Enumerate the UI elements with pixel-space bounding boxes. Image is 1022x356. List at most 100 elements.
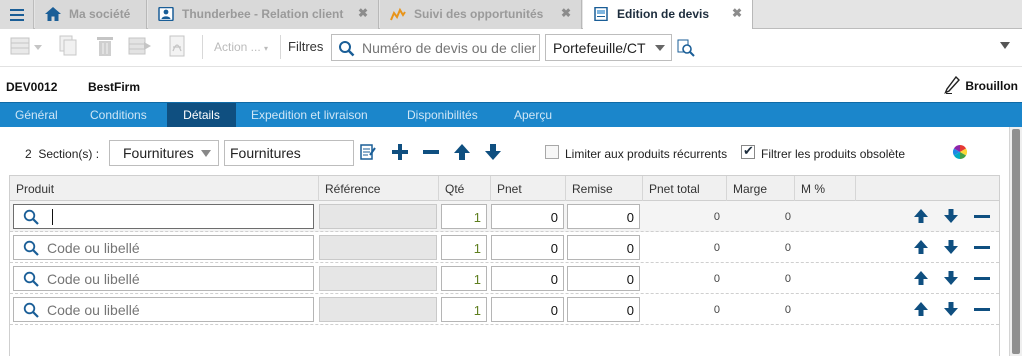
search-input[interactable] — [362, 38, 536, 58]
portfolio-select[interactable]: Portefeuille/CT — [545, 34, 672, 61]
grid-list-icon[interactable] — [10, 35, 30, 57]
quantity-field[interactable]: 1 — [441, 235, 487, 260]
remove-line-icon[interactable] — [974, 215, 990, 218]
product-search-field[interactable] — [13, 266, 314, 291]
column-header-marge-pct[interactable]: M % — [795, 176, 856, 201]
column-header-remise[interactable]: Remise — [566, 176, 643, 201]
pnet-field[interactable]: 0 — [491, 204, 564, 229]
quantity-field[interactable]: 1 — [441, 297, 487, 322]
product-search-field[interactable] — [13, 297, 314, 322]
product-search-field[interactable] — [13, 235, 314, 260]
search-icon — [23, 302, 39, 318]
vertical-scrollbar[interactable] — [1009, 127, 1022, 356]
trash-icon[interactable] — [95, 35, 115, 57]
reference-field — [319, 297, 437, 322]
product-input[interactable] — [47, 207, 307, 226]
margin-value: 0 — [784, 273, 791, 285]
arrow-down-icon[interactable] — [943, 208, 959, 224]
product-input[interactable] — [47, 238, 307, 257]
margin-value: 0 — [784, 211, 791, 223]
arrow-down-icon[interactable] — [943, 270, 959, 286]
add-section-icon[interactable] — [391, 143, 409, 161]
pnet-field[interactable]: 0 — [491, 297, 564, 322]
arrow-up-icon[interactable] — [913, 208, 929, 224]
tab-disponibilites[interactable]: Disponibilités — [407, 103, 478, 128]
collapse-toolbar-icon[interactable] — [1000, 42, 1010, 49]
search-icon — [23, 209, 39, 225]
dropdown-arrow-icon — [201, 150, 211, 157]
pnet-field[interactable]: 0 — [491, 266, 564, 291]
hamburger-line — [10, 9, 24, 11]
status-badge[interactable]: Brouillon — [944, 76, 1018, 94]
column-header-reference[interactable]: Référence — [319, 176, 439, 201]
remove-line-icon[interactable] — [974, 277, 990, 280]
recurring-products-checkbox[interactable] — [545, 145, 559, 159]
chevron-down-icon[interactable] — [34, 45, 42, 51]
search-box[interactable] — [331, 34, 540, 61]
tab-edition-devis[interactable]: Edition de devis ✖ — [583, 0, 753, 30]
home-icon — [45, 7, 61, 21]
reference-field — [319, 204, 437, 229]
tab-expedition[interactable]: Expedition et livraison — [251, 103, 368, 128]
column-header-pnet-total[interactable]: Pnet total — [643, 176, 727, 201]
quantity-field[interactable]: 1 — [441, 204, 487, 229]
pdf-icon[interactable] — [167, 35, 187, 57]
color-wheel-icon[interactable] — [952, 144, 968, 160]
discount-field[interactable]: 0 — [567, 297, 640, 322]
arrow-down-icon[interactable] — [943, 301, 959, 317]
tab-general[interactable]: Général — [15, 103, 58, 128]
table-row: 1 0 0 0 0 — [10, 232, 999, 263]
dropdown-arrow-icon — [655, 45, 665, 51]
product-search-field[interactable] — [13, 204, 314, 229]
arrow-up-icon[interactable] — [453, 143, 471, 161]
column-header-marge[interactable]: Marge — [727, 176, 795, 201]
arrow-down-icon[interactable] — [943, 239, 959, 255]
column-header-pnet[interactable]: Pnet — [491, 176, 566, 201]
tab-apercu[interactable]: Aperçu — [514, 103, 552, 128]
pnet-field[interactable]: 0 — [491, 235, 564, 260]
action-menu[interactable]: Action ... ▾ — [214, 40, 268, 54]
document-id: DEV0012 — [6, 80, 58, 94]
scrollbar-thumb[interactable] — [1012, 129, 1020, 354]
reference-field — [319, 266, 437, 291]
obsolete-filter-checkbox[interactable]: ✔ — [741, 143, 755, 159]
search-icon — [23, 240, 39, 256]
product-input[interactable] — [47, 269, 307, 288]
tab-ma-societe[interactable]: Ma société — [35, 0, 147, 29]
tab-suivi-opportunites[interactable]: Suivi des opportunités ✖ — [380, 0, 582, 29]
pnet-total-value: 0 — [713, 211, 720, 223]
product-input[interactable] — [47, 300, 307, 319]
section-select[interactable]: Fournitures — [109, 140, 219, 166]
advanced-search-icon[interactable] — [677, 39, 695, 57]
tab-label: Suivi des opportunités — [414, 7, 544, 21]
column-header-qte[interactable]: Qté — [439, 176, 491, 201]
table-export-icon[interactable] — [128, 35, 152, 57]
tab-relation-client[interactable]: Thunderbee - Relation client ✖ — [148, 0, 379, 29]
arrow-up-icon[interactable] — [913, 239, 929, 255]
remove-line-icon[interactable] — [974, 308, 990, 311]
close-icon[interactable]: ✖ — [358, 6, 368, 20]
tab-label: Disponibilités — [407, 108, 478, 122]
discount-field[interactable]: 0 — [567, 266, 640, 291]
close-icon[interactable]: ✖ — [732, 6, 742, 20]
column-header-produit[interactable]: Produit — [10, 176, 319, 201]
toolbar: Action ... ▾ Filtres Portefeuille/CT — [0, 29, 1022, 67]
arrow-down-icon[interactable] — [484, 143, 502, 161]
discount-field[interactable]: 0 — [567, 204, 640, 229]
pnet-total-value: 0 — [713, 242, 720, 254]
quantity-field[interactable]: 1 — [441, 266, 487, 291]
app-tab-bar: Ma société Thunderbee - Relation client … — [0, 0, 1022, 30]
tab-details[interactable]: Détails — [167, 103, 236, 134]
arrow-up-icon[interactable] — [913, 270, 929, 286]
remove-section-icon[interactable] — [422, 143, 440, 161]
pnet-total-value: 0 — [713, 273, 720, 285]
discount-field[interactable]: 0 — [567, 235, 640, 260]
copy-icon[interactable] — [58, 35, 78, 57]
edit-notes-icon[interactable] — [360, 143, 376, 161]
main-menu-button[interactable] — [0, 0, 34, 29]
tab-conditions[interactable]: Conditions — [90, 103, 147, 128]
close-icon[interactable]: ✖ — [561, 6, 571, 20]
arrow-up-icon[interactable] — [913, 301, 929, 317]
section-name-input[interactable] — [224, 140, 354, 166]
remove-line-icon[interactable] — [974, 246, 990, 249]
